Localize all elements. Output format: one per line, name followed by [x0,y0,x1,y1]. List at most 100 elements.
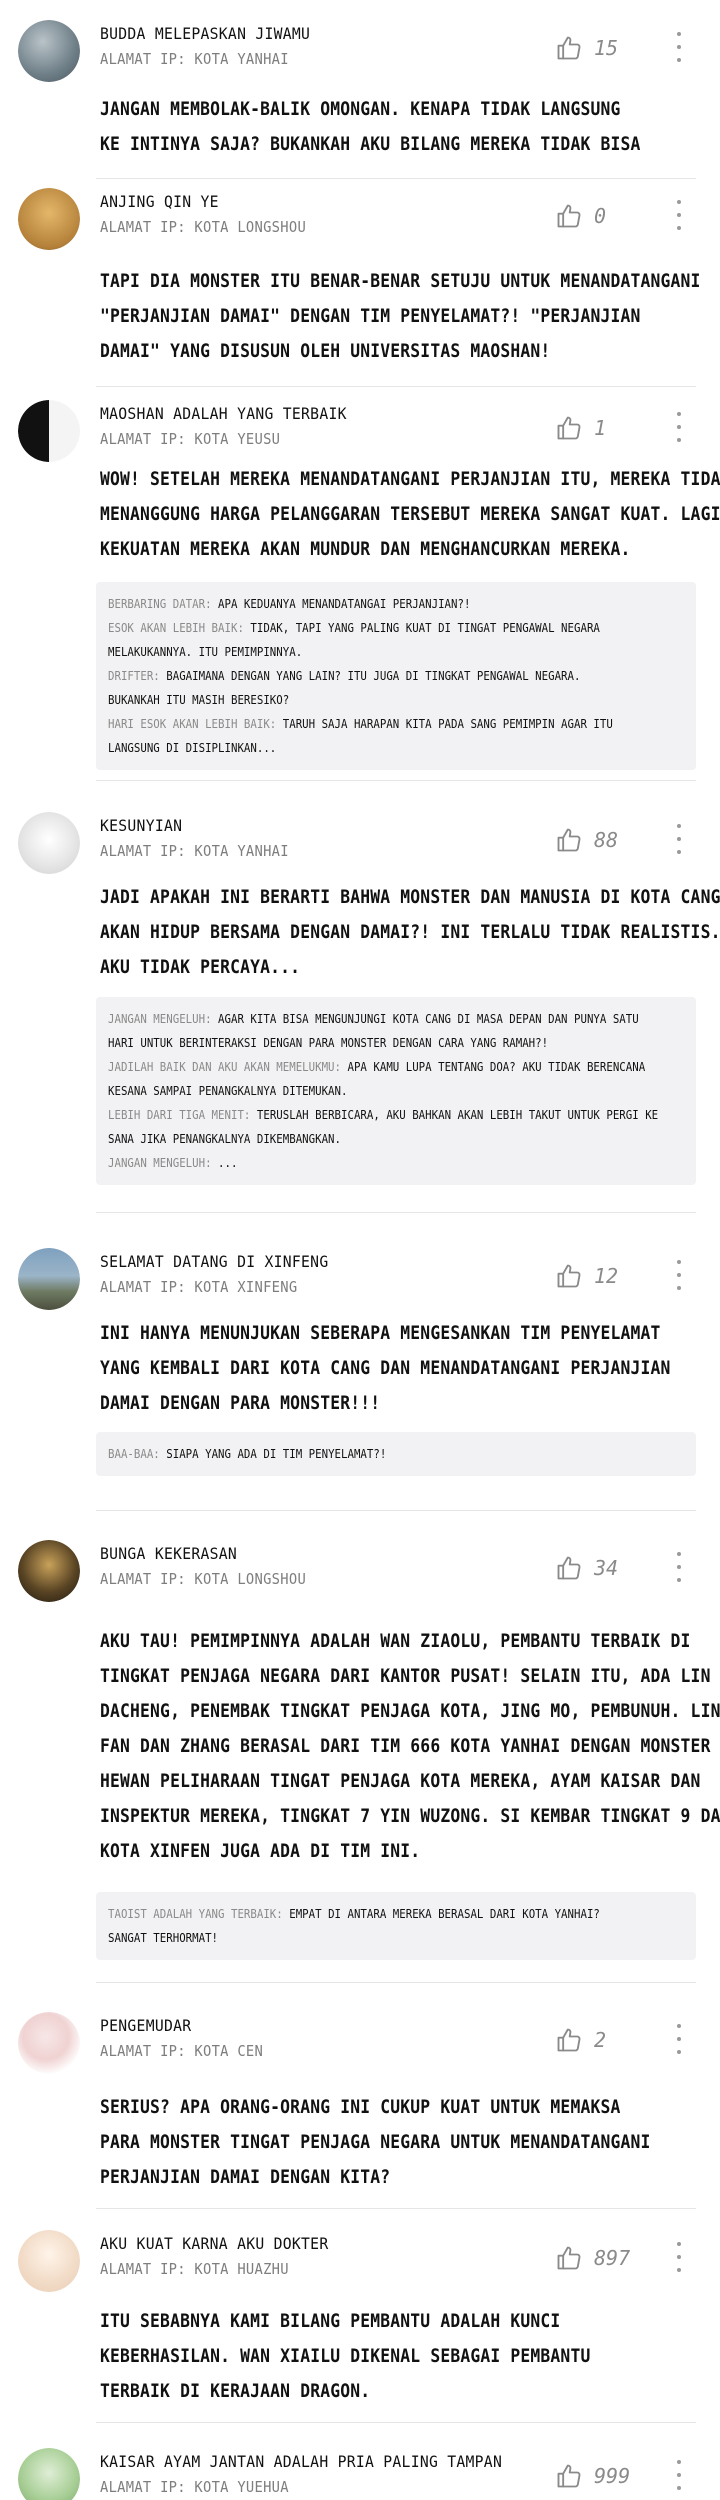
like-count: 12 [594,1264,619,1288]
avatar[interactable] [18,2230,80,2292]
reply-username[interactable]: BERBARING DATAR: [108,596,212,611]
comment-text: JADI APAKAH INI BERARTI BAHWA MONSTER DA… [100,880,720,985]
like-icon[interactable] [555,414,583,442]
ip-address: ALAMAT IP: KOTA YUEHUA [100,2478,289,2496]
reply-text: KESANA SAMPAI PENANGKALNYA DITEMUKAN. [108,1083,348,1098]
like-icon[interactable] [555,1262,583,1290]
reply-item[interactable]: LEBIH DARI TIGA MENIT: TERUSLAH BERBICAR… [108,1103,684,1151]
like-icon[interactable] [555,1554,583,1582]
like-icon[interactable] [555,202,583,230]
reply-line: BUKANKAH ITU MASIH BERESIKO? [108,688,603,712]
comment-text-line: WOW! SETELAH MEREKA MENANDATANGANI PERJA… [100,468,720,490]
username[interactable]: KESUNYIAN [100,816,182,835]
more-options-icon[interactable] [672,824,686,854]
reply-item[interactable]: ESOK AKAN LEBIH BAIK: TIDAK, TAPI YANG P… [108,616,684,664]
reply-preview[interactable]: BAA-BAA: SIAPA YANG ADA DI TIM PENYELAMA… [96,1432,696,1476]
comment-item: BUNGA KEKERASAN ALAMAT IP: KOTA LONGSHOU 3… [0,1540,720,1984]
more-options-icon[interactable] [672,1552,686,1582]
comment-text-line: DACHENG, PENEMBAK TINGKAT PENJAGA KOTA, … [100,1700,720,1722]
reply-username[interactable]: JANGAN MENGELUH: [108,1011,212,1026]
reply-text: TARUH SAJA HARAPAN KITA PADA SANG PEMIMP… [282,716,613,731]
reply-item[interactable]: JADILAH BAIK DAN AKU AKAN MEMELUKMU: APA… [108,1055,684,1103]
reply-username[interactable]: JANGAN MENGELUH: [108,1155,212,1170]
reply-text: EMPAT DI ANTARA MEREKA BERASAL DARI KOTA… [289,1906,600,1921]
comment-text-line: AKU TIDAK PERCAYA... [100,956,301,978]
reply-line: ESOK AKAN LEBIH BAIK: TIDAK, TAPI YANG P… [108,616,603,640]
avatar[interactable] [18,1248,80,1310]
like-icon[interactable] [555,2026,583,2054]
comment-text-line: DAMAI DENGAN PARA MONSTER!!! [100,1392,381,1414]
gray-blue-avatar [18,20,80,82]
avatar[interactable] [18,400,80,462]
like-icon[interactable] [555,2244,583,2272]
avatar[interactable] [18,2448,80,2500]
reply-text: BUKANKAH ITU MASIH BERESIKO? [108,692,290,707]
username[interactable]: SELAMAT DATANG DI XINFENG [100,1252,328,1271]
divider [96,1982,696,1983]
like-count: 34 [594,1556,619,1580]
reply-item[interactable]: BAA-BAA: SIAPA YANG ADA DI TIM PENYELAMA… [108,1442,684,1466]
reply-username[interactable]: JADILAH BAIK DAN AKU AKAN MEMELUKMU: [108,1059,341,1074]
reply-username[interactable]: DRIFTER: [108,668,160,683]
reply-line: LEBIH DARI TIGA MENIT: TERUSLAH BERBICAR… [108,1103,658,1127]
reply-line: KESANA SAMPAI PENANGKALNYA DITEMUKAN. [108,1079,603,1103]
divider [96,1510,696,1511]
reply-text: LANGSUNG DI DISIPLINKAN... [108,740,277,755]
avatar[interactable] [18,20,80,82]
reply-item[interactable]: BERBARING DATAR: APA KEDUANYA MENANDATAN… [108,592,684,616]
comment-text-line: TAPI DIA MONSTER ITU BENAR-BENAR SETUJU … [100,270,701,292]
dog-sunglasses-avatar [18,188,80,250]
comment-text-line: ITU SEBABNYA KAMI BILANG PEMBANTU ADALAH… [100,2310,561,2332]
reply-preview[interactable]: JANGAN MENGELUH: AGAR KITA BISA MENGUNJU… [96,997,696,1185]
username[interactable]: AKU KUAT KARNA AKU DOKTER [100,2234,328,2253]
more-options-icon[interactable] [672,412,686,442]
reply-item[interactable]: HARI ESOK AKAN LEBIH BAIK: TARUH SAJA HA… [108,712,684,760]
more-options-icon[interactable] [672,2242,686,2272]
reply-username[interactable]: HARI ESOK AKAN LEBIH BAIK: [108,716,276,731]
reply-item[interactable]: DRIFTER: BAGAIMANA DENGAN YANG LAIN? ITU… [108,664,684,712]
reply-line: SANGAT TERHORMAT! [108,1926,603,1950]
reply-username[interactable]: TAOIST ADALAH YANG TERBAIK: [108,1906,283,1921]
comment-text-line: INI HANYA MENUNJUKAN SEBERAPA MENGESANKA… [100,1322,661,1344]
like-icon[interactable] [555,34,583,62]
reply-preview[interactable]: TAOIST ADALAH YANG TERBAIK: EMPAT DI ANT… [96,1892,696,1960]
more-options-icon[interactable] [672,200,686,230]
username[interactable]: PENGEMUDAR [100,2016,191,2035]
reply-preview[interactable]: BERBARING DATAR: APA KEDUANYA MENANDATAN… [96,582,696,770]
like-icon[interactable] [555,2462,583,2490]
username[interactable]: BUNGA KEKERASAN [100,1544,237,1563]
ip-address: ALAMAT IP: KOTA YANHAI [100,842,289,860]
comment-text: WOW! SETELAH MEREKA MENANDATANGANI PERJA… [100,462,720,567]
reply-line: JADILAH BAIK DAN AKU AKAN MEMELUKMU: APA… [108,1055,645,1079]
username[interactable]: KAISAR AYAM JANTAN ADALAH PRIA PALING TA… [100,2452,502,2471]
comment-item: KESUNYIAN ALAMAT IP: KOTA YANHAI 88 JADI AP… [0,812,720,1214]
reply-text: BAGAIMANA DENGAN YANG LAIN? ITU JUGA DI … [166,668,581,683]
pale-portrait-avatar [18,2230,80,2292]
username[interactable]: BUDDA MELEPASKAN JIWAMU [100,24,310,43]
comment-text-line: KEBERHASILAN. WAN XIAILU DIKENAL SEBAGAI… [100,2345,591,2367]
avatar[interactable] [18,1540,80,1602]
reply-item[interactable]: JANGAN MENGELUH: AGAR KITA BISA MENGUNJU… [108,1007,684,1055]
ip-address: ALAMAT IP: KOTA XINFENG [100,1278,298,1296]
more-options-icon[interactable] [672,1260,686,1290]
avatar[interactable] [18,188,80,250]
more-options-icon[interactable] [672,2460,686,2490]
ip-address: ALAMAT IP: KOTA LONGSHOU [100,218,307,236]
reply-line: LANGSUNG DI DISIPLINKAN... [108,736,603,760]
comment-text-line: YANG KEMBALI DARI KOTA CANG DAN MENANDAT… [100,1357,671,1379]
like-icon[interactable] [555,826,583,854]
reply-username[interactable]: LEBIH DARI TIGA MENIT: [108,1107,250,1122]
green-character-avatar [18,2448,80,2500]
username[interactable]: MAOSHAN ADALAH YANG TERBAIK [100,404,347,423]
avatar[interactable] [18,2012,80,2074]
reply-item[interactable]: JANGAN MENGELUH: ... [108,1151,684,1175]
comment-item: BUDDA MELEPASKAN JIWAMU ALAMAT IP: KOTA Y… [0,20,720,180]
reply-username[interactable]: ESOK AKAN LEBIH BAIK: [108,620,244,635]
comment-text-line: FAN DAN ZHANG BERASAL DARI TIM 666 KOTA … [100,1735,711,1757]
username[interactable]: ANJING QIN YE [100,192,219,211]
reply-username[interactable]: BAA-BAA: [108,1446,160,1461]
reply-item[interactable]: TAOIST ADALAH YANG TERBAIK: EMPAT DI ANT… [108,1902,684,1950]
more-options-icon[interactable] [672,32,686,62]
avatar[interactable] [18,812,80,874]
more-options-icon[interactable] [672,2024,686,2054]
